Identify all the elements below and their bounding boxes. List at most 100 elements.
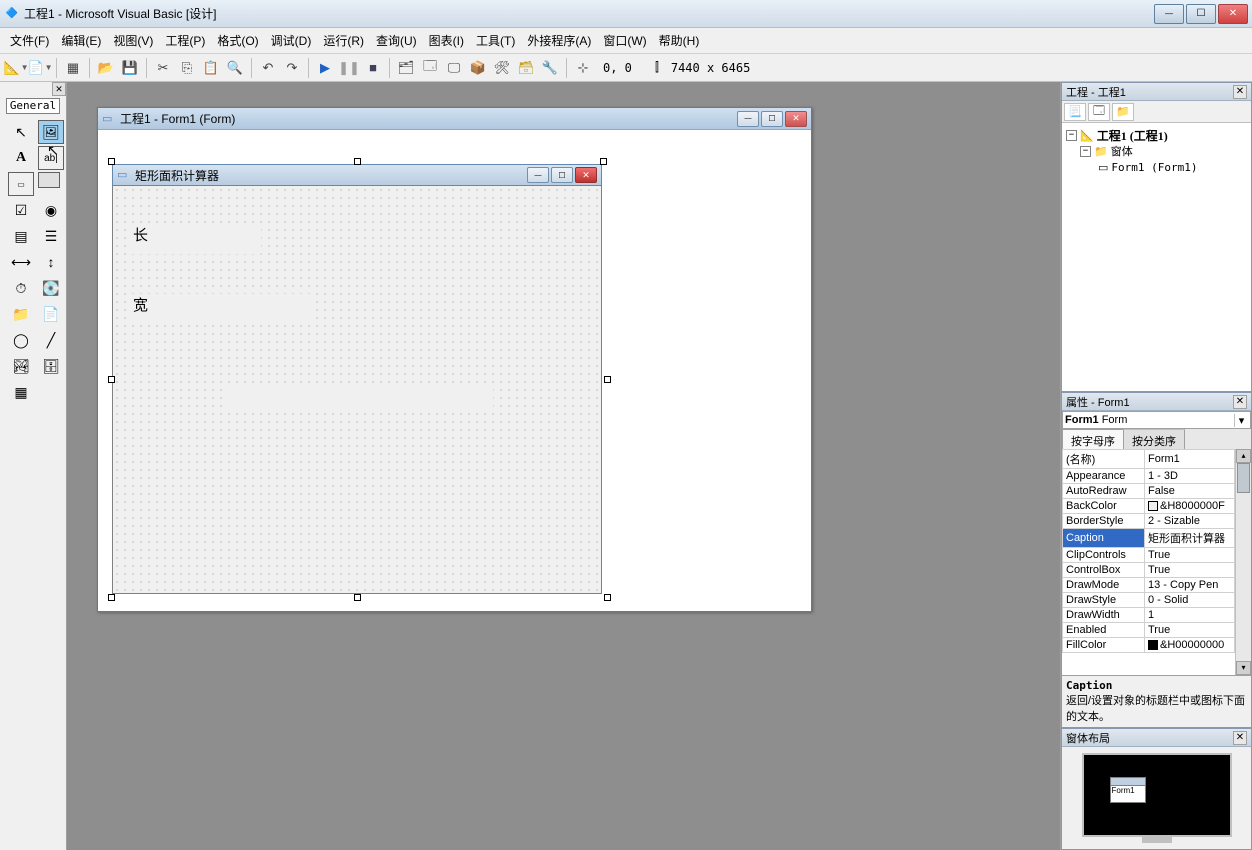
tool-ole[interactable]: ▦ xyxy=(8,380,34,404)
pause-button[interactable]: ❚❚ xyxy=(338,57,360,79)
menu-editor-button[interactable]: ▦ xyxy=(62,57,84,79)
property-row[interactable]: FillColor&H00000000 xyxy=(1063,638,1235,653)
toolbox-close-button[interactable]: ✕ xyxy=(52,82,66,96)
tool-textbox[interactable]: ab| xyxy=(38,146,64,170)
resize-handle[interactable] xyxy=(604,376,611,383)
scroll-thumb[interactable] xyxy=(1237,463,1250,493)
layout-mini-form[interactable]: Form1 xyxy=(1110,777,1146,803)
resize-handle[interactable] xyxy=(108,594,115,601)
tool-label[interactable]: A xyxy=(8,146,34,170)
undo-button[interactable]: ↶ xyxy=(257,57,279,79)
form-minimize-button[interactable] xyxy=(527,167,549,183)
menu-chart[interactable]: 图表(I) xyxy=(423,28,470,53)
component-manager-button[interactable]: 🔧 xyxy=(539,57,561,79)
tool-commandbutton[interactable] xyxy=(38,172,60,188)
layout-panel-close-button[interactable] xyxy=(1233,731,1247,745)
resize-handle[interactable] xyxy=(108,376,115,383)
view-object-button[interactable]: 🗔 xyxy=(1088,103,1110,121)
menu-query[interactable]: 查询(U) xyxy=(370,28,423,53)
tool-pointer[interactable]: ↖ xyxy=(8,120,34,144)
properties-object-selector[interactable]: Form1 Form ▾ xyxy=(1062,411,1251,429)
toolbox-button[interactable]: 🛠 xyxy=(491,57,513,79)
property-row[interactable]: (名称)Form1 xyxy=(1063,450,1235,469)
tool-image[interactable]: 🏞 xyxy=(8,354,34,378)
project-explorer-button[interactable]: 🗂 xyxy=(395,57,417,79)
property-row[interactable]: ControlBoxTrue xyxy=(1063,563,1235,578)
menu-debug[interactable]: 调试(D) xyxy=(265,28,318,53)
resize-handle[interactable] xyxy=(600,158,607,165)
tree-form1[interactable]: Form1 (Form1) xyxy=(1111,161,1197,174)
label-placeholder[interactable] xyxy=(223,384,493,410)
property-row[interactable]: Caption矩形面积计算器 xyxy=(1063,529,1235,548)
dropdown-icon[interactable]: ▾ xyxy=(1234,414,1248,427)
property-row[interactable]: DrawWidth1 xyxy=(1063,608,1235,623)
resize-handle[interactable] xyxy=(354,158,361,165)
tree-project-root[interactable]: 工程1 (工程1) xyxy=(1097,127,1168,144)
tool-combobox[interactable]: ▤ xyxy=(8,224,34,248)
tree-folder-forms[interactable]: 窗体 xyxy=(1111,143,1133,159)
form-design-surface[interactable]: ▭ 矩形面积计算器 长 宽 xyxy=(112,164,602,594)
tree-collapse-icon[interactable]: − xyxy=(1080,146,1091,157)
properties-scrollbar[interactable]: ▴ ▾ xyxy=(1235,449,1251,675)
tab-alphabetic[interactable]: 按字母序 xyxy=(1062,429,1124,449)
window-maximize-button[interactable] xyxy=(1186,4,1216,24)
tool-optionbutton[interactable]: ◉ xyxy=(38,198,64,222)
menu-help[interactable]: 帮助(H) xyxy=(653,28,706,53)
tool-checkbox[interactable]: ☑ xyxy=(8,198,34,222)
tool-timer[interactable]: ⏱ xyxy=(8,276,34,300)
form-maximize-button[interactable] xyxy=(551,167,573,183)
open-button[interactable]: 📂 xyxy=(95,57,117,79)
find-button[interactable]: 🔍 xyxy=(224,57,246,79)
resize-handle[interactable] xyxy=(604,594,611,601)
project-tree[interactable]: − 📐 工程1 (工程1) − 📁 窗体 ▭ Form1 (Form1) xyxy=(1062,123,1251,391)
save-button[interactable]: 💾 xyxy=(119,57,141,79)
designer-minimize-button[interactable] xyxy=(737,111,759,127)
designer-maximize-button[interactable] xyxy=(761,111,783,127)
menu-run[interactable]: 运行(R) xyxy=(317,28,370,53)
add-form-button[interactable]: 📄▼ xyxy=(29,57,51,79)
label-width[interactable]: 宽 xyxy=(131,294,311,324)
property-row[interactable]: AutoRedrawFalse xyxy=(1063,484,1235,499)
property-row[interactable]: ClipControlsTrue xyxy=(1063,548,1235,563)
properties-grid[interactable]: (名称)Form1Appearance1 - 3DAutoRedrawFalse… xyxy=(1062,449,1235,675)
tool-drivelistbox[interactable]: 💽 xyxy=(38,276,64,300)
menu-file[interactable]: 文件(F) xyxy=(4,28,55,53)
resize-handle[interactable] xyxy=(108,158,115,165)
layout-monitor[interactable]: Form1 xyxy=(1082,753,1232,837)
tool-hscrollbar[interactable]: ⟷ xyxy=(8,250,34,274)
tool-shape[interactable]: ◯ xyxy=(8,328,34,352)
properties-panel-close-button[interactable] xyxy=(1233,395,1247,409)
property-row[interactable]: Appearance1 - 3D xyxy=(1063,469,1235,484)
label-length[interactable]: 长 xyxy=(131,224,261,254)
tree-collapse-icon[interactable]: − xyxy=(1066,130,1077,141)
tool-dirlistbox[interactable]: 📁 xyxy=(8,302,34,326)
project-panel-close-button[interactable] xyxy=(1233,85,1247,99)
window-minimize-button[interactable] xyxy=(1154,4,1184,24)
window-close-button[interactable] xyxy=(1218,4,1248,24)
designer-close-button[interactable] xyxy=(785,111,807,127)
tool-filelistbox[interactable]: 📄 xyxy=(38,302,64,326)
tool-vscrollbar[interactable]: ↕ xyxy=(38,250,64,274)
stop-button[interactable]: ■ xyxy=(362,57,384,79)
tab-categorized[interactable]: 按分类序 xyxy=(1123,429,1185,449)
scroll-up-button[interactable]: ▴ xyxy=(1236,449,1251,463)
copy-button[interactable]: ⎘ xyxy=(176,57,198,79)
property-row[interactable]: BackColor&H8000000F xyxy=(1063,499,1235,514)
menu-project[interactable]: 工程(P) xyxy=(159,28,211,53)
property-row[interactable]: DrawMode13 - Copy Pen xyxy=(1063,578,1235,593)
toolbox-tab-general[interactable]: General xyxy=(6,98,60,114)
tool-listbox[interactable]: ☰ xyxy=(38,224,64,248)
property-row[interactable]: BorderStyle2 - Sizable xyxy=(1063,514,1235,529)
menu-tools[interactable]: 工具(T) xyxy=(470,28,521,53)
property-row[interactable]: DrawStyle0 - Solid xyxy=(1063,593,1235,608)
toggle-folders-button[interactable]: 📁 xyxy=(1112,103,1134,121)
paste-button[interactable]: 📋 xyxy=(200,57,222,79)
view-code-button[interactable]: 📃 xyxy=(1064,103,1086,121)
menu-window[interactable]: 窗口(W) xyxy=(597,28,652,53)
add-project-button[interactable]: 📐▼ xyxy=(5,57,27,79)
tool-data[interactable]: 🗄 xyxy=(38,354,64,378)
data-view-button[interactable]: 🗃 xyxy=(515,57,537,79)
properties-window-button[interactable]: 🗔 xyxy=(419,57,441,79)
menu-view[interactable]: 视图(V) xyxy=(107,28,159,53)
resize-handle[interactable] xyxy=(354,594,361,601)
